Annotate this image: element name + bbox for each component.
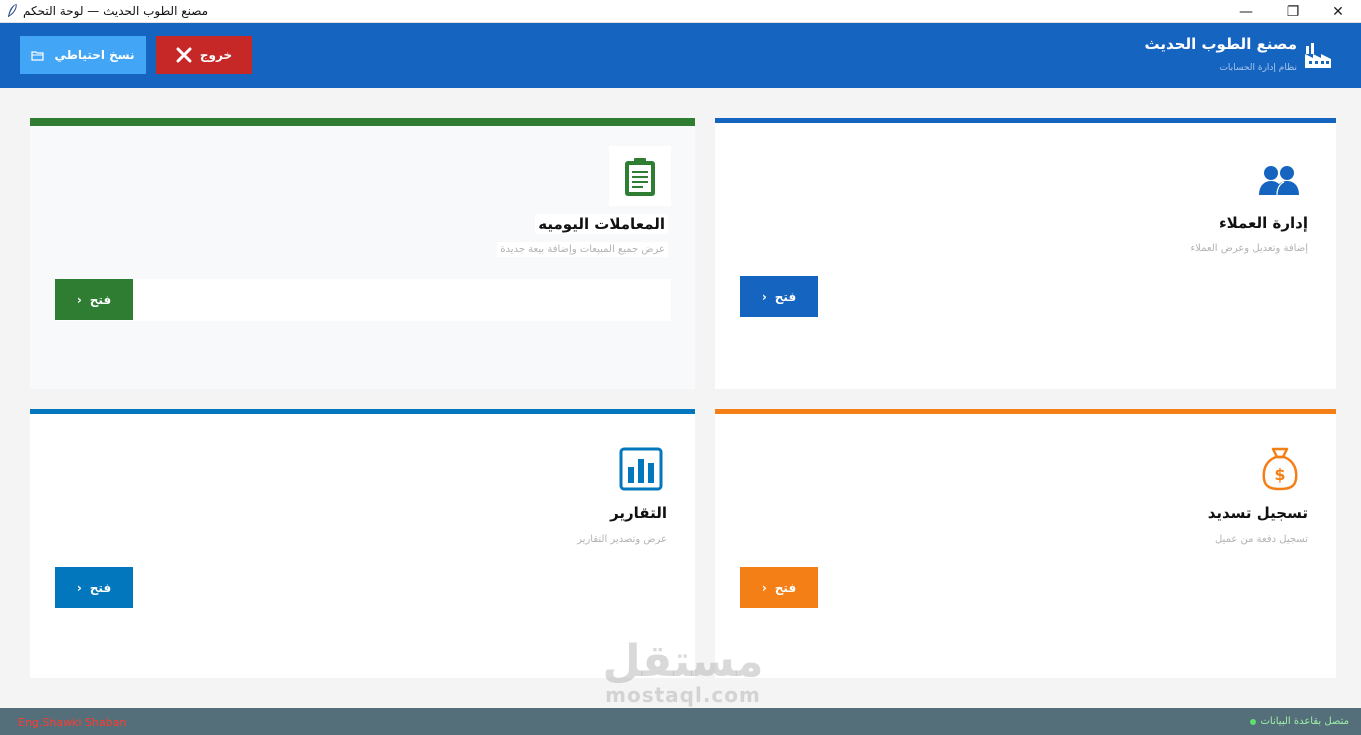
card-description: عرض جميع المبيعات وإضافة بيعة جديدة xyxy=(497,242,668,257)
clipboard-icon xyxy=(625,158,655,196)
open-reports-button[interactable]: فتح ‹ xyxy=(55,567,133,608)
folder-icon xyxy=(31,50,45,61)
connection-status-text: متصل بقاعدة البيانات xyxy=(1260,716,1349,727)
close-x-icon xyxy=(176,47,192,63)
maximize-button[interactable]: ❐ xyxy=(1270,0,1316,23)
card-description: عرض وتصدير التقارير xyxy=(577,534,667,545)
card-title: تسجيل تسديد xyxy=(1207,504,1308,522)
users-icon xyxy=(1259,166,1299,196)
connection-status: متصل بقاعدة البيانات xyxy=(1249,716,1349,727)
chevron-left-icon: ‹ xyxy=(761,580,767,595)
open-clients-button[interactable]: فتح ‹ xyxy=(740,276,818,317)
maximize-icon: ❐ xyxy=(1286,3,1300,20)
card-title: المعاملات اليوميه xyxy=(535,214,668,234)
icon-tile xyxy=(609,146,671,206)
card-description: تسجيل دفعة من عميل xyxy=(1214,534,1308,545)
minimize-icon: — xyxy=(1239,3,1253,20)
chevron-left-icon: ‹ xyxy=(76,580,82,595)
card-reports: التقارير عرض وتصدير التقارير فتح ‹ xyxy=(30,409,695,678)
factory-icon xyxy=(1305,43,1331,68)
card-daily-transactions: المعاملات اليوميه عرض جميع المبيعات وإضا… xyxy=(30,118,695,389)
exit-button[interactable]: خروج xyxy=(156,36,252,74)
backup-button[interactable]: نسخ احتياطي xyxy=(20,36,146,74)
feather-icon xyxy=(8,3,17,17)
window-title: مصنع الطوب الحديث — لوحة التحكم xyxy=(23,4,209,18)
button-row: فتح ‹ xyxy=(55,279,671,321)
open-label: فتح xyxy=(774,289,797,304)
bar-chart-icon xyxy=(619,447,663,491)
chevron-left-icon: ‹ xyxy=(76,292,82,307)
card-title: إدارة العملاء xyxy=(1218,214,1308,232)
close-icon: ✕ xyxy=(1332,3,1344,20)
close-window-button[interactable]: ✕ xyxy=(1315,0,1361,23)
open-payment-button[interactable]: فتح ‹ xyxy=(740,567,818,608)
minimize-button[interactable]: — xyxy=(1223,0,1269,23)
brand-subtitle: نظام إدارة الحسابات xyxy=(1219,63,1297,73)
window-titlebar: مصنع الطوب الحديث — لوحة التحكم — ❐ ✕ xyxy=(0,0,1361,23)
exit-label: خروج xyxy=(199,48,233,62)
open-label: فتح xyxy=(89,292,112,307)
open-label: فتح xyxy=(774,580,797,595)
card-accent-bar xyxy=(715,118,1336,123)
svg-text:$: $ xyxy=(1274,465,1285,484)
card-accent-bar xyxy=(715,409,1336,414)
card-description: إضافة وتعديل وعرض العملاء xyxy=(1190,243,1308,254)
brand-title: مصنع الطوب الحديث xyxy=(1144,35,1297,53)
app-header: مصنع الطوب الحديث نظام إدارة الحسابات نس… xyxy=(0,23,1361,88)
status-dot-icon xyxy=(1249,718,1256,725)
money-bag-icon: $ xyxy=(1262,447,1298,491)
open-label: فتح xyxy=(89,580,112,595)
card-clients: إدارة العملاء إضافة وتعديل وعرض العملاء … xyxy=(715,118,1336,389)
open-daily-transactions-button[interactable]: فتح ‹ xyxy=(55,279,133,320)
status-bar: Eng.Shawki Shaban متصل بقاعدة البيانات xyxy=(0,708,1361,735)
chevron-left-icon: ‹ xyxy=(761,289,767,304)
author-credit: Eng.Shawki Shaban xyxy=(18,716,127,729)
watermark-latin: mostaql.com xyxy=(605,683,761,707)
card-accent-bar xyxy=(30,118,695,126)
backup-label: نسخ احتياطي xyxy=(54,48,135,62)
card-accent-bar xyxy=(30,409,695,414)
card-payment: $ تسجيل تسديد تسجيل دفعة من عميل فتح ‹ xyxy=(715,409,1336,678)
card-title: التقارير xyxy=(610,504,667,522)
